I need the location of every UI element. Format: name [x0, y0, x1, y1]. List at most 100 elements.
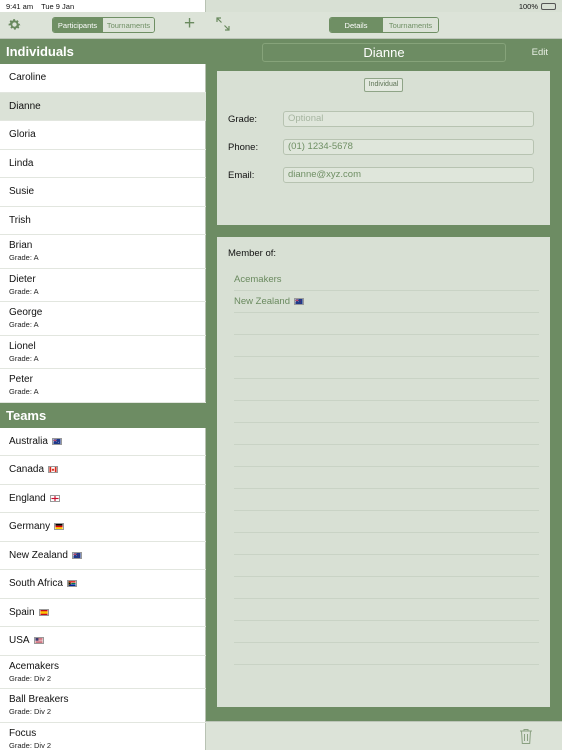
- empty-member-row: [234, 577, 539, 599]
- list-item-name: England: [9, 492, 46, 504]
- member-of-row[interactable]: New Zealand: [234, 291, 539, 313]
- email-field[interactable]: dianne@xyz.com: [283, 167, 534, 183]
- member-of-card: Member of: Acemakers New Zealand: [217, 237, 550, 707]
- trash-icon[interactable]: [519, 728, 533, 745]
- nz-flag-icon: [71, 551, 82, 559]
- list-item[interactable]: Australia: [0, 428, 206, 456]
- empty-member-row: [234, 467, 539, 489]
- list-item[interactable]: Spain: [0, 599, 206, 627]
- phone-field[interactable]: (01) 1234-5678: [283, 139, 534, 155]
- list-item[interactable]: Ball Breakers Grade: Div 2: [0, 689, 206, 723]
- tab-tournaments[interactable]: Tournaments: [103, 18, 154, 32]
- list-item[interactable]: Canada: [0, 456, 206, 485]
- tab-participants[interactable]: Participants: [53, 18, 104, 32]
- list-item[interactable]: Trish: [0, 207, 206, 235]
- participant-name-field[interactable]: Dianne: [262, 43, 506, 62]
- individuals-list: Caroline Dianne Gloria Linda Susie Trish Brian…: [0, 64, 206, 403]
- list-item-title-line: Lionel: [9, 341, 206, 352]
- details-card: Individual Grade: Optional Phone: (01) 1…: [217, 71, 550, 225]
- member-of-title: Member of:: [228, 248, 277, 259]
- empty-member-row: [234, 599, 539, 621]
- list-item-title-line: Spain: [9, 607, 206, 618]
- list-item-grade: Grade: A: [9, 320, 39, 330]
- list-item[interactable]: England: [0, 485, 206, 513]
- list-item-name: Peter: [9, 374, 33, 386]
- individuals-header: Individuals: [0, 39, 206, 64]
- list-item[interactable]: George Grade: A: [0, 302, 206, 336]
- au-flag-icon: [51, 437, 62, 445]
- detail-pane: Details Tournaments Dianne Edit Individua…: [206, 0, 562, 750]
- tab-details[interactable]: Details: [330, 18, 384, 32]
- list-item-title-line: New Zealand: [9, 550, 206, 561]
- empty-member-row: [234, 621, 539, 643]
- status-bar: 9:41 am Tue 9 Jan 100%: [0, 0, 562, 12]
- edit-button[interactable]: Edit: [532, 47, 548, 58]
- list-item-name: Dianne: [9, 100, 41, 112]
- list-item-title-line: Peter: [9, 374, 206, 385]
- list-item-title-line: Susie: [9, 186, 206, 197]
- email-label: Email:: [228, 170, 255, 181]
- list-item[interactable]: Caroline: [0, 64, 206, 93]
- list-item[interactable]: Susie: [0, 178, 206, 207]
- gear-icon[interactable]: [7, 17, 22, 32]
- empty-member-row: [234, 511, 539, 533]
- list-item[interactable]: USA: [0, 627, 206, 656]
- empty-member-row: [234, 357, 539, 379]
- member-of-row[interactable]: Acemakers: [234, 269, 539, 291]
- grade-label: Grade:: [228, 114, 258, 125]
- list-item[interactable]: Focus Grade: Div 2: [0, 723, 206, 750]
- detail-toolbar: Details Tournaments: [206, 12, 562, 39]
- list-item-name: George: [9, 307, 43, 319]
- list-item-name: Australia: [9, 435, 48, 447]
- battery-percent: 100%: [518, 1, 538, 11]
- teams-list: Australia Canada England Germany New Zealand…: [0, 428, 206, 750]
- list-item-title-line: Dieter: [9, 274, 206, 285]
- list-item[interactable]: Lionel Grade: A: [0, 336, 206, 369]
- member-of-name: Acemakers: [234, 274, 282, 285]
- detail-segmented-control: Details Tournaments: [329, 17, 439, 33]
- list-item[interactable]: Linda: [0, 150, 206, 178]
- tab-tournaments[interactable]: Tournaments: [383, 18, 438, 32]
- participant-type-badge: Individual: [364, 78, 403, 92]
- list-item[interactable]: Dieter Grade: A: [0, 269, 206, 302]
- list-item-name: Trish: [9, 214, 31, 226]
- list-item-title-line: Germany: [9, 521, 206, 532]
- list-item[interactable]: Germany: [0, 513, 206, 542]
- grade-field[interactable]: Optional: [283, 111, 534, 127]
- de-flag-icon: [54, 523, 65, 531]
- list-item-name: Ball Breakers: [9, 694, 69, 706]
- list-item-title-line: USA: [9, 635, 206, 646]
- list-item[interactable]: Acemakers Grade: Div 2: [0, 656, 206, 689]
- list-item-title-line: South Africa: [9, 578, 206, 589]
- add-icon[interactable]: +: [184, 14, 195, 34]
- status-time: 9:41 am: [6, 1, 34, 11]
- participants-segmented-control: Participants Tournaments: [52, 17, 155, 33]
- list-item[interactable]: Brian Grade: A: [0, 235, 206, 269]
- ca-flag-icon: [48, 466, 59, 474]
- list-item-grade: Grade: A: [9, 286, 39, 296]
- list-item[interactable]: Gloria: [0, 121, 206, 150]
- member-of-list: Acemakers New Zealand: [234, 269, 539, 665]
- list-item-title-line: Linda: [9, 158, 206, 169]
- list-item-name: USA: [9, 635, 30, 647]
- list-item-title-line: Focus: [9, 728, 206, 739]
- empty-member-row: [234, 555, 539, 577]
- list-item[interactable]: Dianne: [0, 92, 206, 121]
- member-of-name: New Zealand: [234, 296, 290, 307]
- list-item[interactable]: New Zealand: [0, 542, 206, 570]
- list-item-title-line: Canada: [9, 464, 206, 475]
- list-item-title-line: Gloria: [9, 129, 206, 140]
- phone-label: Phone:: [228, 142, 259, 153]
- participants-pane: Participants Tournaments + Individuals Ca…: [0, 0, 206, 750]
- status-right: 100%: [519, 2, 556, 11]
- en-flag-icon: [49, 494, 60, 502]
- list-item[interactable]: South Africa: [0, 570, 206, 599]
- list-item-name: Susie: [9, 186, 35, 198]
- list-item-grade: Grade: Div 2: [9, 673, 52, 683]
- list-item-grade: Grade: A: [9, 387, 39, 397]
- list-item-name: New Zealand: [9, 549, 68, 561]
- za-flag-icon: [66, 580, 77, 588]
- expand-icon[interactable]: [216, 17, 230, 31]
- list-item[interactable]: Peter Grade: A: [0, 369, 206, 403]
- empty-member-row: [234, 335, 539, 357]
